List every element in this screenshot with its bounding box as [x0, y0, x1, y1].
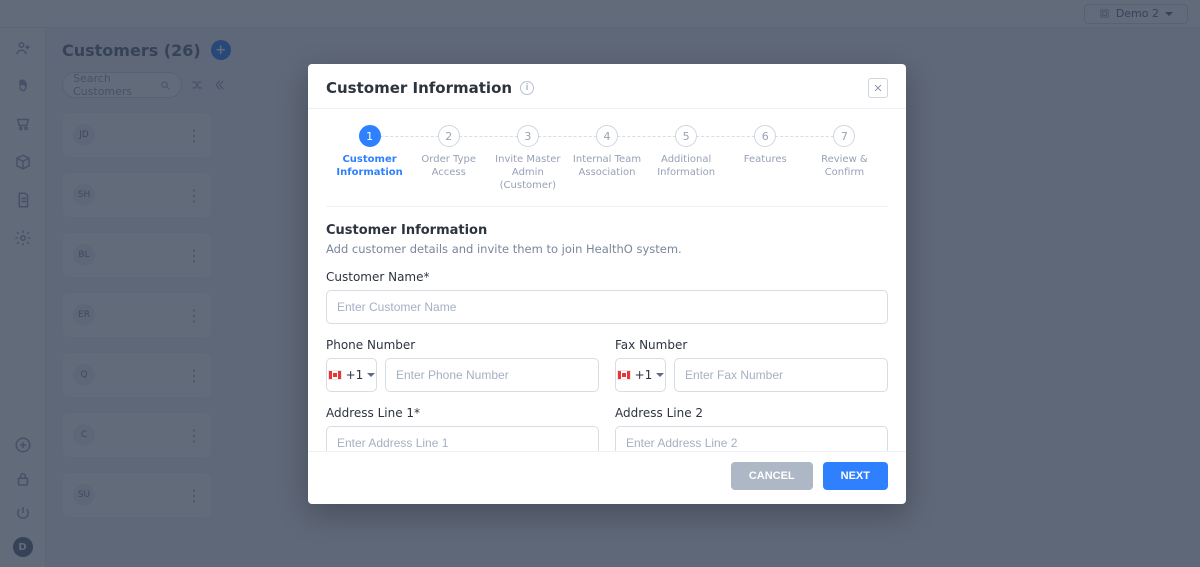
step-5[interactable]: 5 Additional Information — [647, 125, 726, 179]
section-subtitle: Add customer details and invite them to … — [326, 242, 888, 256]
step-bubble: 5 — [675, 125, 697, 147]
step-bubble: 7 — [833, 125, 855, 147]
label-addr1: Address Line 1* — [326, 406, 599, 420]
input-addr2[interactable] — [615, 426, 888, 451]
modal-body: 1 Customer Information 2 Order Type Acce… — [308, 108, 906, 451]
modal-title-text: Customer Information — [326, 79, 512, 97]
phone-cc: +1 — [346, 368, 364, 382]
customer-info-modal: Customer Information i 1 Customer Inform… — [308, 64, 906, 504]
step-4[interactable]: 4 Internal Team Association — [567, 125, 646, 179]
canada-flag-icon — [328, 370, 342, 380]
close-button[interactable] — [868, 78, 888, 98]
chevron-down-icon — [656, 373, 664, 377]
field-fax: Fax Number +1 — [615, 338, 888, 392]
step-label: Review & Confirm — [805, 153, 884, 179]
step-label: Invite Master Admin (Customer) — [488, 153, 567, 192]
field-addr2: Address Line 2 — [615, 406, 888, 451]
next-button[interactable]: NEXT — [823, 462, 888, 490]
label-phone: Phone Number — [326, 338, 599, 352]
modal-title: Customer Information i — [326, 79, 534, 97]
modal-header: Customer Information i — [308, 64, 906, 108]
info-icon[interactable]: i — [520, 81, 534, 95]
step-bubble: 1 — [359, 125, 381, 147]
step-connector — [370, 136, 449, 137]
step-bubble: 6 — [754, 125, 776, 147]
fax-country-select[interactable]: +1 — [615, 358, 666, 392]
input-phone[interactable] — [385, 358, 599, 392]
step-2[interactable]: 2 Order Type Access — [409, 125, 488, 179]
modal-scroll[interactable]: 1 Customer Information 2 Order Type Acce… — [308, 109, 906, 451]
field-phone: Phone Number +1 — [326, 338, 599, 392]
cancel-button[interactable]: CANCEL — [731, 462, 813, 490]
chevron-down-icon — [367, 373, 375, 377]
step-bubble: 2 — [438, 125, 460, 147]
section-title: Customer Information — [326, 223, 888, 238]
step-7[interactable]: 7 Review & Confirm — [805, 125, 884, 179]
input-customer-name[interactable] — [326, 290, 888, 324]
step-label: Order Type Access — [409, 153, 488, 179]
wizard-stepper: 1 Customer Information 2 Order Type Acce… — [326, 109, 888, 207]
step-1[interactable]: 1 Customer Information — [330, 125, 409, 179]
fax-cc: +1 — [635, 368, 653, 382]
input-addr1[interactable] — [326, 426, 599, 451]
step-bubble: 4 — [596, 125, 618, 147]
canada-flag-icon — [617, 370, 631, 380]
modal-footer: CANCEL NEXT — [308, 451, 906, 504]
step-label: Customer Information — [330, 153, 409, 179]
field-addr1: Address Line 1* — [326, 406, 599, 451]
step-label: Additional Information — [647, 153, 726, 179]
label-customer-name: Customer Name* — [326, 270, 888, 284]
label-fax: Fax Number — [615, 338, 888, 352]
step-connector — [449, 136, 528, 137]
step-label: Features — [744, 153, 787, 166]
label-addr2: Address Line 2 — [615, 406, 888, 420]
field-customer-name: Customer Name* — [326, 270, 888, 324]
step-label: Internal Team Association — [567, 153, 646, 179]
step-bubble: 3 — [517, 125, 539, 147]
phone-country-select[interactable]: +1 — [326, 358, 377, 392]
step-6[interactable]: 6 Features — [726, 125, 805, 166]
input-fax[interactable] — [674, 358, 888, 392]
